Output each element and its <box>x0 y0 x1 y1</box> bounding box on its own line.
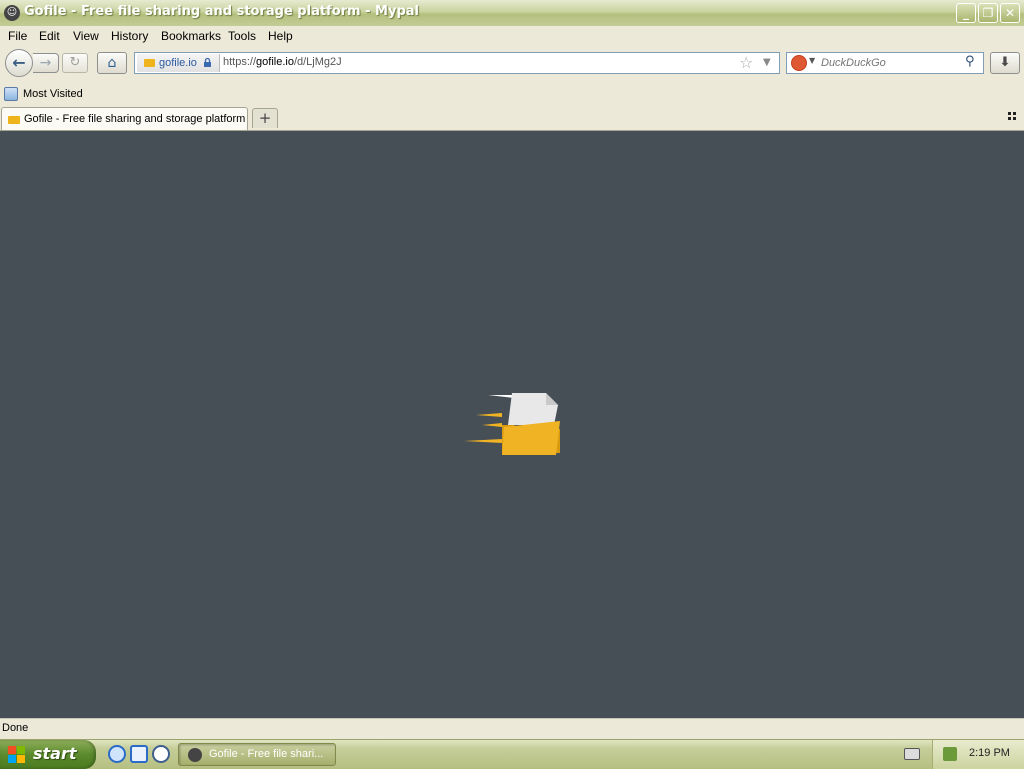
search-bar[interactable]: ▼ ⚲ <box>786 52 984 74</box>
duckduckgo-icon[interactable] <box>791 55 807 71</box>
search-icon[interactable]: ⚲ <box>965 54 975 69</box>
search-input[interactable] <box>821 55 961 71</box>
url-path: /d/LjMg2J <box>293 56 342 68</box>
navigation-toolbar: ← → ↻ ⌂ gofile.io https://gofile.io/d/Lj… <box>0 46 1024 82</box>
minimize-button[interactable]: _ <box>956 3 976 23</box>
forward-button[interactable]: → <box>33 53 59 73</box>
list-all-tabs-icon[interactable] <box>1008 112 1018 122</box>
menu-file[interactable]: File <box>8 29 27 43</box>
media-player-icon[interactable] <box>152 745 170 763</box>
bookmarks-toolbar: Most Visited <box>0 84 1024 106</box>
menu-bar: File Edit View History Bookmarks Tools H… <box>0 26 1024 46</box>
url-text[interactable]: https://gofile.io/d/LjMg2J <box>223 56 342 68</box>
identity-host: gofile.io <box>159 57 197 69</box>
gofile-favicon-icon <box>144 59 155 67</box>
tab-gofile[interactable]: Gofile - Free file sharing and storage p… <box>1 107 248 130</box>
tab-label: Gofile - Free file sharing and storage p… <box>24 113 246 125</box>
status-text: Done <box>2 722 29 734</box>
menu-edit[interactable]: Edit <box>39 29 60 43</box>
downloads-button[interactable]: ⬇ <box>990 52 1020 74</box>
taskbar: start Gofile - Free file shari... 2:19 P… <box>0 739 1024 769</box>
bookmark-most-visited[interactable]: Most Visited <box>23 88 83 100</box>
home-button[interactable]: ⌂ <box>97 52 127 74</box>
clock[interactable]: 2:19 PM <box>969 747 1010 759</box>
url-history-dropdown-icon[interactable]: ▼ <box>763 57 771 68</box>
url-host: gofile.io <box>256 56 294 68</box>
bookmark-star-icon[interactable]: ☆ <box>739 53 753 72</box>
taskbar-item-label: Gofile - Free file shari... <box>209 748 324 760</box>
page-content <box>0 131 1024 718</box>
start-button[interactable]: start <box>0 740 96 769</box>
title-bar[interactable]: ☺ Gofile - Free file sharing and storage… <box>0 0 1024 27</box>
start-label: start <box>33 744 77 763</box>
taskbar-item-mypal[interactable]: Gofile - Free file shari... <box>178 743 336 766</box>
site-identity-button[interactable]: gofile.io <box>137 54 220 72</box>
bookmark-folder-icon <box>4 87 18 101</box>
windows-logo-icon <box>8 746 26 764</box>
gofile-favicon-icon <box>8 116 20 124</box>
menu-view[interactable]: View <box>73 29 99 43</box>
keyboard-icon[interactable] <box>904 748 920 760</box>
mypal-app-icon[interactable]: ☺ <box>4 5 20 21</box>
tab-strip: Gofile - Free file sharing and storage p… <box>0 106 1024 131</box>
maximize-button[interactable]: ❐ <box>978 3 998 23</box>
outlook-express-icon[interactable] <box>130 745 148 763</box>
mypal-app-icon <box>188 748 202 762</box>
menu-help[interactable]: Help <box>268 29 293 43</box>
url-bar[interactable]: gofile.io https://gofile.io/d/LjMg2J ☆ ▼ <box>134 52 780 74</box>
back-button[interactable]: ← <box>5 49 33 77</box>
new-tab-button[interactable]: + <box>252 108 278 128</box>
system-tray: 2:19 PM <box>932 740 1024 769</box>
network-icon[interactable] <box>943 747 957 761</box>
internet-explorer-icon[interactable] <box>108 745 126 763</box>
gofile-loading-icon <box>464 393 560 455</box>
menu-bookmarks[interactable]: Bookmarks <box>161 29 221 43</box>
engine-dropdown-icon[interactable]: ▼ <box>809 56 815 65</box>
window-title: Gofile - Free file sharing and storage p… <box>24 4 419 19</box>
close-button[interactable]: ✕ <box>1000 3 1020 23</box>
reload-button[interactable]: ↻ <box>62 53 88 73</box>
menu-tools[interactable]: Tools <box>228 29 256 43</box>
lock-icon <box>204 58 211 67</box>
status-bar: Done <box>0 718 1024 739</box>
menu-history[interactable]: History <box>111 29 148 43</box>
url-scheme: https:// <box>223 56 257 68</box>
